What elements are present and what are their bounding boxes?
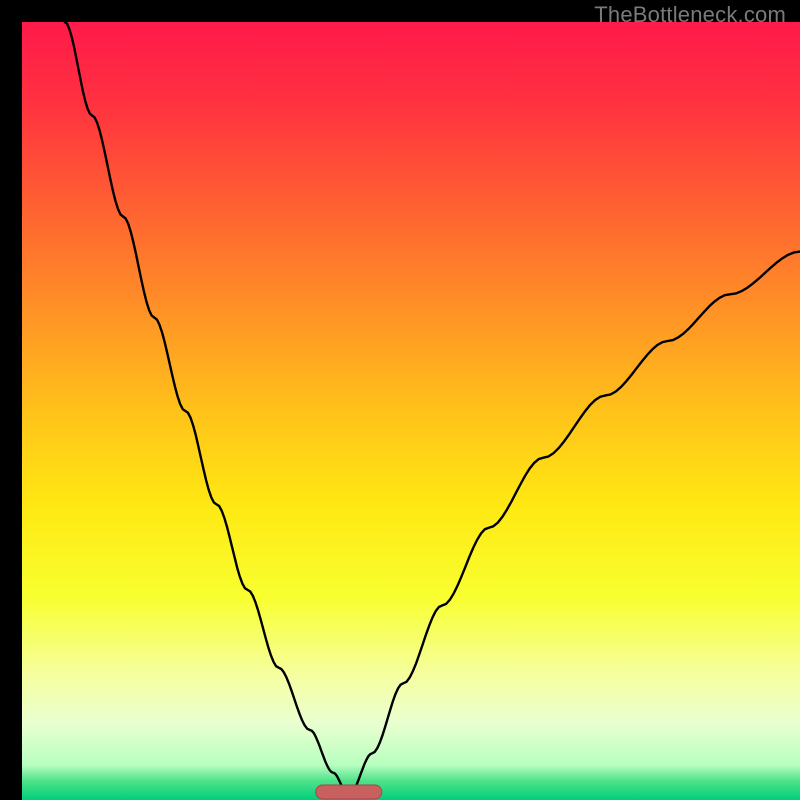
marker-layer (316, 785, 382, 799)
gradient-background (22, 22, 800, 800)
optimum-marker (316, 785, 382, 799)
bottleneck-chart (22, 22, 800, 800)
watermark-text: TheBottleneck.com (594, 2, 786, 28)
chart-frame (11, 11, 789, 789)
